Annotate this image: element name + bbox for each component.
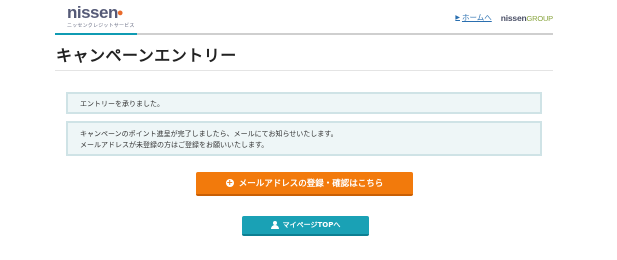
nissen-credit-logo[interactable]: nissen● ニッセンクレジットサービス (67, 3, 135, 30)
home-link[interactable]: ▶ ホームへ (455, 12, 491, 23)
notice-line-1: キャンペーンのポイント進呈が完了しましたら、メールにてお知らせいたします。 (80, 130, 338, 138)
title-divider (55, 70, 553, 71)
page-title: キャンペーンエントリー (56, 46, 237, 65)
logo-text: nissen (67, 3, 118, 22)
entry-received-message: エントリーを承りました。 (66, 92, 542, 114)
header-links: ▶ ホームへ nissenGROUP (455, 12, 553, 23)
nissen-group-logo[interactable]: nissenGROUP (501, 13, 553, 23)
entry-received-text: エントリーを承りました。 (80, 100, 164, 108)
person-icon (270, 221, 279, 229)
logo-subtitle: ニッセンクレジットサービス (67, 23, 135, 29)
triangle-right-icon: ▶ (455, 14, 460, 21)
notice-message: キャンペーンのポイント進呈が完了しましたら、メールにてお知らせいたします。 メー… (66, 121, 542, 156)
logo-dot-icon: ● (116, 7, 124, 19)
site-header: nissen● ニッセンクレジットサービス ▶ ホームへ nissenGROUP (55, 0, 553, 34)
mail-register-label: メールアドレスの登録・確認はこちら (238, 179, 384, 189)
mypage-top-button[interactable]: マイページTOPへ (242, 216, 369, 236)
mail-register-button[interactable]: + メールアドレスの登録・確認はこちら (196, 172, 413, 196)
plus-circle-icon: + (225, 178, 234, 187)
header-divider (55, 33, 553, 35)
mypage-top-label: マイページTOPへ (282, 221, 341, 229)
home-link-label: ホームへ (461, 13, 492, 22)
notice-line-2: メールアドレスが未登録の方はご登録をお願いいたします。 (80, 141, 269, 149)
header-accent-bar (55, 33, 137, 35)
